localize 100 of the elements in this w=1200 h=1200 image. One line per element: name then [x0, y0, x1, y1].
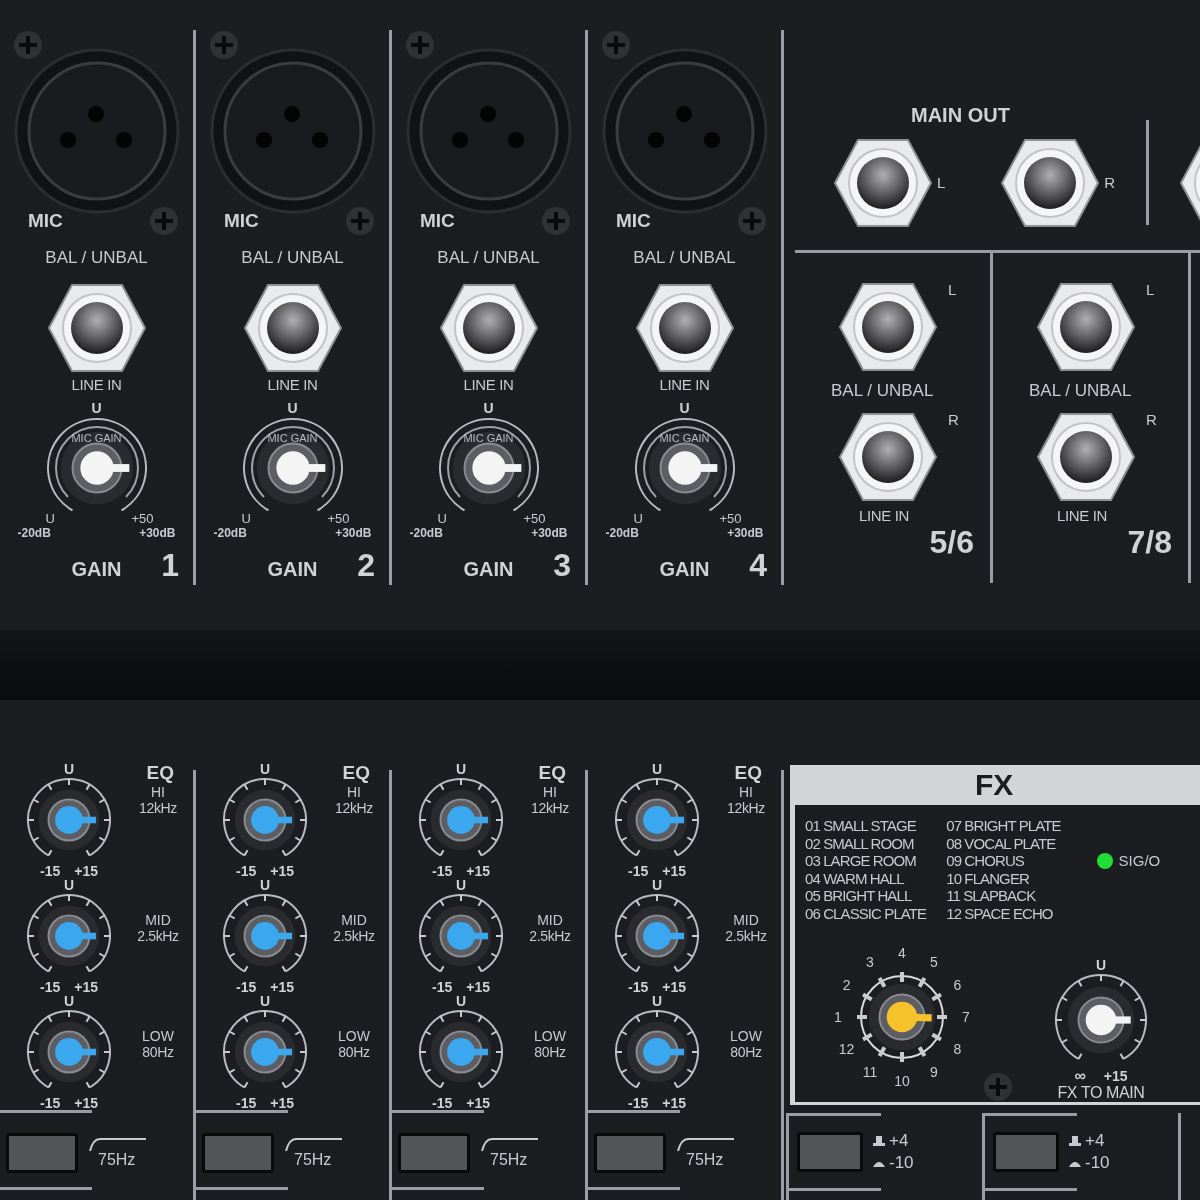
- pedestal-icon: [873, 1135, 885, 1147]
- screw-icon: [601, 30, 631, 60]
- jack-socket[interactable]: [634, 282, 735, 374]
- fx-title: FX: [975, 767, 1014, 803]
- fx-preset-label: 04 WARM HALL: [805, 869, 905, 887]
- screw-icon: [13, 30, 43, 60]
- low-cut-switch[interactable]: [594, 1133, 666, 1173]
- unity-mark: U: [259, 878, 271, 892]
- dome-icon: [1069, 1159, 1081, 1167]
- scale-label: +15: [74, 980, 98, 994]
- mic-gain-label: MIC GAIN: [659, 432, 710, 444]
- signal-led-label: SIG/O: [1118, 852, 1161, 870]
- scale-label: +15: [466, 980, 490, 994]
- scale-label: -15: [40, 980, 61, 994]
- band-frequency: 12kHz: [727, 800, 765, 816]
- screw-icon: [209, 30, 239, 60]
- fx-preset-label: 11 SLAPBACK: [946, 887, 1037, 905]
- gain-label: GAIN: [463, 557, 514, 582]
- scale-label: +15: [74, 1096, 98, 1110]
- scale-label: U: [437, 512, 447, 526]
- jack-socket[interactable]: [838, 281, 938, 373]
- jack-type-label: BAL / UNBAL: [633, 248, 736, 268]
- band-frequency: 80Hz: [730, 1044, 762, 1060]
- unity-mark: U: [483, 400, 494, 416]
- jack-type-label: BAL / UNBAL: [45, 248, 148, 268]
- unity-mark: U: [651, 878, 663, 892]
- channel-side-label: R: [948, 411, 959, 429]
- fx-preset-label: 06 CLASSIC PLATE: [805, 904, 927, 922]
- screw-icon: [983, 1072, 1013, 1102]
- scale-label: ∞: [1074, 1068, 1086, 1084]
- jack-type-label: BAL / UNBAL: [437, 248, 540, 268]
- channel-number: 4: [749, 548, 768, 582]
- high-pass-slope-icon: [88, 1137, 146, 1151]
- filter-label: 75Hz: [490, 1151, 529, 1169]
- band-name: HI: [347, 784, 361, 800]
- band-frequency: 2.5kHz: [529, 928, 571, 944]
- unity-mark: U: [455, 994, 467, 1008]
- channel-number: 7/8: [1127, 525, 1173, 559]
- scale-label: -15: [236, 1096, 257, 1110]
- unity-mark: U: [679, 400, 690, 416]
- high-pass-slope-icon: [480, 1137, 538, 1151]
- unity-mark: U: [91, 400, 102, 416]
- scale-label: +30dB: [531, 526, 568, 540]
- jack-socket[interactable]: [46, 282, 147, 374]
- eq-title: EQ: [342, 762, 371, 784]
- effect-selector-knob[interactable]: [854, 969, 950, 1065]
- jack-socket[interactable]: [242, 282, 343, 374]
- fx-return-label: FX TO MAIN: [1057, 1084, 1145, 1102]
- channel-number: 3: [553, 548, 572, 582]
- screw-icon: [541, 206, 571, 236]
- scale-label: +15: [662, 980, 686, 994]
- high-pass-slope-icon: [676, 1137, 734, 1151]
- high-pass-slope-icon: [284, 1137, 342, 1151]
- scale-label: +30dB: [727, 526, 764, 540]
- fx-preset-label: 10 FLANGER: [946, 869, 1030, 887]
- band-frequency: 80Hz: [534, 1044, 566, 1060]
- jack-socket[interactable]: [1036, 411, 1136, 503]
- line-in-label: LINE IN: [463, 376, 514, 394]
- jack-socket[interactable]: [833, 137, 933, 229]
- scale-label: -15: [628, 864, 649, 878]
- jack-socket[interactable]: [1036, 281, 1136, 373]
- low-cut-switch[interactable]: [398, 1133, 470, 1173]
- jack-type-label: BAL / UNBAL: [241, 248, 344, 268]
- jack-socket[interactable]: [438, 282, 539, 374]
- scale-label: -15: [628, 1096, 649, 1110]
- jack-socket[interactable]: [838, 411, 938, 503]
- mic-label: MIC: [224, 208, 259, 233]
- filter-label: 75Hz: [294, 1151, 333, 1169]
- band-name: LOW: [534, 1028, 566, 1044]
- scale-label: +50: [327, 512, 350, 526]
- mic-gain-label: MIC GAIN: [71, 432, 122, 444]
- band-frequency: 80Hz: [338, 1044, 370, 1060]
- jack-type-label: BAL / UNBAL: [1029, 381, 1132, 401]
- selector-number: 5: [930, 954, 938, 969]
- selector-number: 2: [842, 978, 851, 992]
- low-cut-switch[interactable]: [6, 1133, 78, 1173]
- mic-label: MIC: [420, 208, 455, 233]
- jack-socket[interactable]: [1000, 137, 1101, 229]
- line-in-label: LINE IN: [1057, 507, 1107, 525]
- band-name: MID: [341, 912, 367, 928]
- low-cut-switch[interactable]: [202, 1133, 274, 1173]
- scale-label: -15: [236, 980, 257, 994]
- line-in-label: LINE IN: [859, 507, 909, 525]
- dome-icon: [873, 1159, 885, 1167]
- band-name: HI: [543, 784, 557, 800]
- unity-mark: U: [455, 762, 467, 776]
- level-switch[interactable]: [993, 1132, 1059, 1172]
- selector-number: 10: [894, 1074, 910, 1088]
- selector-number: 6: [953, 978, 962, 992]
- channel-side-label: L: [937, 174, 946, 192]
- selector-number: 9: [930, 1065, 938, 1080]
- filter-label: 75Hz: [686, 1151, 725, 1169]
- channel-side-label: L: [948, 281, 957, 299]
- level-switch[interactable]: [797, 1132, 863, 1172]
- channel-number: 5/6: [929, 525, 975, 559]
- mic-gain-label: MIC GAIN: [267, 432, 318, 444]
- selector-number: 8: [953, 1042, 962, 1056]
- band-name: HI: [739, 784, 753, 800]
- eq-title: EQ: [734, 762, 763, 784]
- band-frequency: 80Hz: [142, 1044, 174, 1060]
